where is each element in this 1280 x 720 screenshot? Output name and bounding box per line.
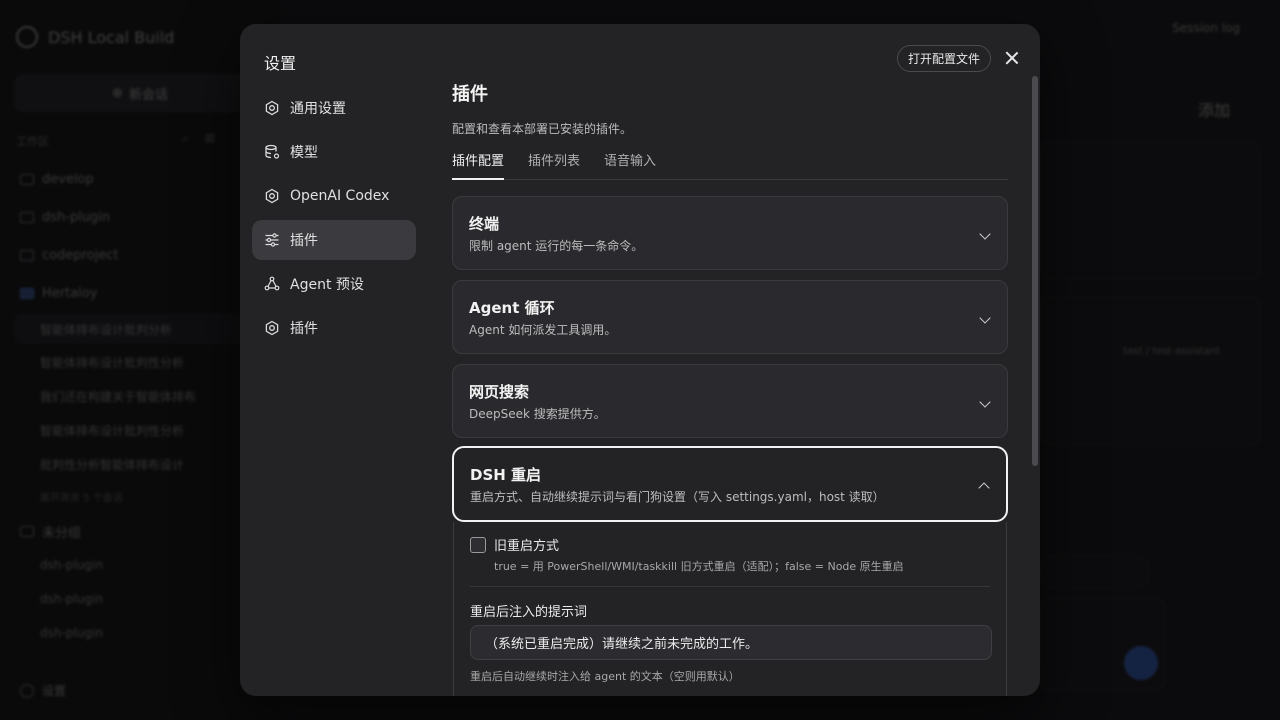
nav-item-models[interactable]: 模型	[252, 132, 416, 172]
nav-item-plugins-2[interactable]: 插件	[252, 308, 416, 348]
section-title: 终端	[469, 215, 500, 233]
scrollbar[interactable]	[1032, 76, 1038, 466]
section-terminal[interactable]: 终端 限制 agent 运行的每一条命令。	[452, 196, 1008, 270]
settings-modal: 设置 打开配置文件 通用设置 模型 OpenAI Codex 插件 Agent …	[240, 24, 1040, 696]
nav-item-label: Agent 预设	[290, 277, 364, 293]
legacy-restart-help: true = 用 PowerShell/WMI/taskkill 旧方式重启（适…	[494, 560, 904, 573]
restart-prompt-input[interactable]	[470, 625, 992, 660]
section-description: 限制 agent 运行的每一条命令。	[469, 239, 644, 253]
modal-title: 设置	[264, 54, 297, 73]
nav-item-openai-codex[interactable]: OpenAI Codex	[252, 176, 416, 216]
page-title: 插件	[452, 84, 488, 105]
tab-voice-input[interactable]: 语音输入	[604, 154, 656, 180]
close-icon[interactable]	[1002, 48, 1022, 68]
restart-prompt-label: 重启后注入的提示词	[470, 605, 588, 620]
tab-plugin-config[interactable]: 插件配置	[452, 154, 505, 180]
database-icon	[265, 144, 280, 159]
nav-item-label: 模型	[290, 145, 318, 161]
sliders-icon	[265, 233, 279, 247]
section-description: DeepSeek 搜索提供方。	[469, 407, 606, 421]
nav-item-label: 通用设置	[290, 101, 346, 117]
tab-plugin-list[interactable]: 插件列表	[528, 154, 580, 180]
preset-icon	[264, 276, 280, 291]
nav-item-plugins[interactable]: 插件	[252, 220, 416, 260]
legacy-restart-label: 旧重启方式	[494, 539, 560, 554]
nav-item-general[interactable]: 通用设置	[252, 88, 416, 128]
chevron-down-icon	[979, 312, 991, 324]
section-title: Agent 循环	[469, 299, 555, 317]
gear-icon	[265, 100, 279, 116]
section-description: 重启方式、自动继续提示词与看门狗设置（写入 settings.yaml，host…	[470, 490, 885, 504]
nav-item-label: 插件	[290, 233, 318, 249]
legacy-restart-checkbox[interactable]	[470, 536, 486, 553]
chevron-up-icon	[978, 482, 990, 494]
section-description: Agent 如何派发工具调用。	[469, 323, 617, 337]
chevron-down-icon	[979, 228, 991, 240]
section-agent-loop[interactable]: Agent 循环 Agent 如何派发工具调用。	[452, 280, 1008, 354]
nav-item-label: OpenAI Codex	[290, 188, 390, 204]
page-description: 配置和查看本部署已安装的插件。	[452, 122, 633, 136]
nav-item-agent-presets[interactable]: Agent 预设	[252, 264, 416, 304]
chevron-down-icon	[979, 396, 991, 408]
restart-prompt-help: 重启后自动继续时注入给 agent 的文本（空则用默认）	[470, 670, 740, 683]
plugins-panel: 插件 配置和查看本部署已安装的插件。 插件配置 插件列表 语音输入	[452, 80, 1008, 180]
plugin-tabs: 插件配置 插件列表 语音输入	[452, 154, 1008, 180]
nav-item-label: 插件	[290, 321, 318, 337]
gear-icon	[265, 320, 279, 336]
section-dsh-restart[interactable]: DSH 重启 重启方式、自动继续提示词与看门狗设置（写入 settings.ya…	[452, 446, 1008, 522]
section-web-search[interactable]: 网页搜索 DeepSeek 搜索提供方。	[452, 364, 1008, 438]
section-title: 网页搜索	[469, 383, 530, 401]
divider	[470, 586, 990, 587]
gear-icon	[265, 188, 279, 204]
dsh-restart-settings: 旧重启方式 true = 用 PowerShell/WMI/taskkill 旧…	[453, 522, 1007, 696]
open-config-button[interactable]: 打开配置文件	[897, 45, 992, 72]
legacy-restart-row: 旧重启方式	[470, 535, 559, 554]
section-title: DSH 重启	[470, 466, 542, 484]
settings-nav: 通用设置 模型 OpenAI Codex 插件 Agent 预设 插件	[252, 88, 416, 352]
